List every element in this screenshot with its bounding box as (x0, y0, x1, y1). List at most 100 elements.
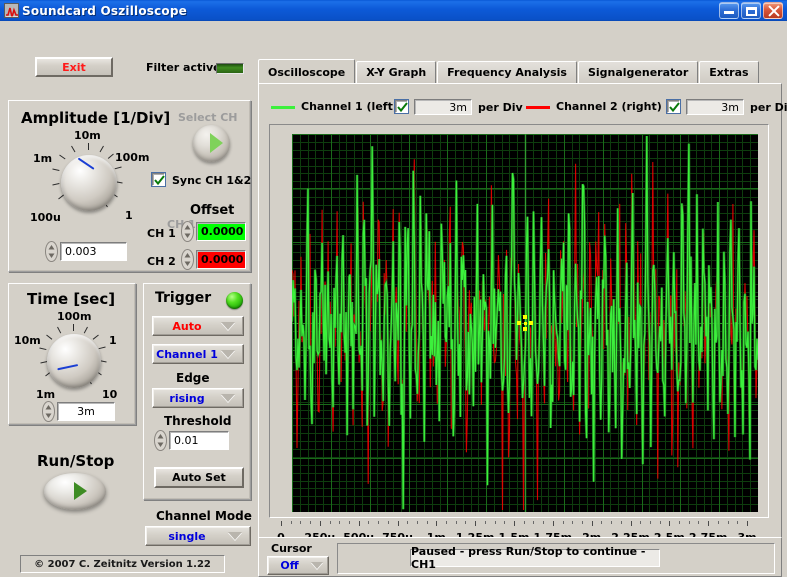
amplitude-knob[interactable] (61, 155, 117, 211)
x-axis-tick (436, 521, 438, 526)
offset-ch1-label: CH 1 (147, 227, 176, 240)
offset-ch2-label: CH 2 (147, 255, 176, 268)
exit-button-label: Exit (62, 60, 86, 74)
tab-xy-graph[interactable]: X-Y Graph (356, 61, 437, 84)
x-axis-minor-tick (562, 521, 564, 524)
chevron-down-icon (311, 562, 323, 569)
cursor-value: Off (280, 559, 299, 572)
tab-frequency-analysis[interactable]: Frequency Analysis (437, 61, 577, 84)
x-axis-minor-tick (368, 521, 370, 524)
x-axis-tick (358, 521, 360, 526)
trigger-edge-dropdown[interactable]: rising (152, 388, 244, 408)
maximize-icon[interactable] (741, 2, 761, 19)
chevron-down-icon (228, 532, 242, 540)
channel2-per-div-field[interactable]: 3m (686, 99, 744, 115)
tab-oscilloscope[interactable]: Oscilloscope (258, 59, 356, 84)
x-axis-minor-tick (378, 521, 380, 524)
minimize-icon[interactable] (719, 2, 739, 19)
x-axis-minor-tick (581, 521, 583, 524)
x-axis-minor-tick (310, 521, 312, 524)
window-controls (719, 2, 783, 19)
tab-extras[interactable]: Extras (699, 61, 759, 84)
x-axis-tick (319, 521, 321, 526)
tab-signalgenerator[interactable]: Signalgenerator (577, 61, 699, 84)
run-stop-label: Run/Stop (37, 452, 115, 470)
close-icon[interactable] (763, 2, 783, 19)
offset-ch2-field[interactable]: 0.0000 (196, 250, 246, 269)
x-axis-minor-tick (484, 521, 486, 524)
plot-canvas (292, 134, 758, 512)
trigger-led (226, 292, 243, 309)
x-axis-minor-tick (679, 521, 681, 524)
application-window: Soundcard Oszilloscope Exit Filter activ… (0, 0, 787, 577)
amplitude-tick-100u: 100u (30, 211, 61, 224)
x-axis-tick (669, 521, 671, 526)
channel-mode-title: Channel Mode (156, 509, 252, 523)
time-tick-1m: 1m (36, 388, 56, 401)
time-spinner[interactable] (42, 401, 55, 422)
channel1-legend-swatch (271, 106, 295, 109)
x-axis-minor-tick (339, 521, 341, 524)
amplitude-tick-100m: 100m (115, 151, 150, 164)
x-axis-tick (475, 521, 477, 526)
time-tick-100m: 100m (57, 310, 92, 323)
trigger-channel-dropdown[interactable]: Channel 1 (152, 344, 244, 364)
tab-extras-label: Extras (709, 66, 749, 79)
x-axis-minor-tick (387, 521, 389, 524)
tab-frequency-analysis-label: Frequency Analysis (447, 66, 567, 79)
amplitude-title: Amplitude [1/Div] (21, 109, 171, 127)
trigger-mode-dropdown[interactable]: Auto (152, 316, 244, 336)
copyright-label: © 2007 C. Zeitnitz Version 1.22 (20, 555, 225, 573)
x-axis-minor-tick (455, 521, 457, 524)
x-axis-minor-tick (737, 521, 739, 524)
threshold-spinner[interactable] (154, 430, 167, 451)
sync-channels-checkbox[interactable] (152, 173, 165, 186)
x-axis-minor-tick (533, 521, 535, 524)
cursor-dropdown[interactable]: Off (267, 556, 329, 575)
x-axis-minor-tick (300, 521, 302, 524)
channel1-visible-checkbox[interactable] (395, 100, 408, 113)
select-ch-knob[interactable] (193, 125, 230, 162)
amplitude-tick-1: 1 (125, 209, 133, 222)
time-tick-1: 1 (109, 334, 117, 347)
status-message: Paused - press Run/Stop to continue - CH… (410, 545, 660, 571)
tab-xy-graph-label: X-Y Graph (366, 66, 427, 79)
sync-channels-label: Sync CH 1&2 (172, 174, 252, 187)
channel-mode-dropdown[interactable]: single (145, 526, 251, 546)
app-icon (4, 3, 19, 18)
x-axis-tick (552, 521, 554, 526)
exit-button[interactable]: Exit (35, 57, 113, 77)
x-axis-minor-tick (494, 521, 496, 524)
x-axis-minor-tick (446, 521, 448, 524)
amplitude-value-field[interactable]: 0.003 (60, 242, 127, 261)
tab-panel: Oscilloscope X-Y Graph Frequency Analysi… (258, 59, 787, 553)
amplitude-group: Amplitude [1/Div] Select CH 10m 1m 100m … (8, 100, 251, 272)
time-group: Time [sec] 100m 10m 1 1m 10 3m (8, 283, 136, 425)
x-axis-tick (591, 521, 593, 526)
offset-ch2-spinner[interactable] (181, 249, 194, 270)
amplitude-spinner[interactable] (45, 241, 58, 262)
channel2-visible-checkbox[interactable] (667, 100, 680, 113)
x-axis-minor-tick (620, 521, 622, 524)
time-knob-assembly: 100m 10m 1 1m 10 (14, 310, 129, 406)
threshold-field[interactable]: 0.01 (169, 431, 229, 450)
x-axis-minor-tick (659, 521, 661, 524)
run-stop-button[interactable] (44, 473, 106, 510)
oscilloscope-plot[interactable] (292, 134, 758, 512)
x-axis-minor-tick (698, 521, 700, 524)
chevron-down-icon (221, 394, 235, 402)
channel1-per-div-field[interactable]: 3m (414, 99, 472, 115)
bottom-bar: Cursor Off Paused - press Run/Stop to co… (258, 537, 782, 577)
trigger-mode-value: Auto (172, 319, 202, 333)
offset-ch1-spinner[interactable] (181, 221, 194, 242)
channel2-legend-label: Channel 2 (right) (556, 100, 662, 113)
time-knob[interactable] (47, 334, 101, 388)
amplitude-tick-10m: 10m (74, 129, 101, 142)
channel1-legend-label: Channel 1 (left) (301, 100, 398, 113)
offset-ch1-field[interactable]: 0.0000 (196, 222, 246, 241)
amplitude-knob-assembly: 10m 1m 100m 100u 1 (30, 129, 149, 235)
auto-set-button[interactable]: Auto Set (154, 467, 244, 488)
x-axis-minor-tick (290, 521, 292, 524)
select-ch-pointer-icon (210, 133, 223, 153)
time-value-field[interactable]: 3m (57, 402, 115, 421)
